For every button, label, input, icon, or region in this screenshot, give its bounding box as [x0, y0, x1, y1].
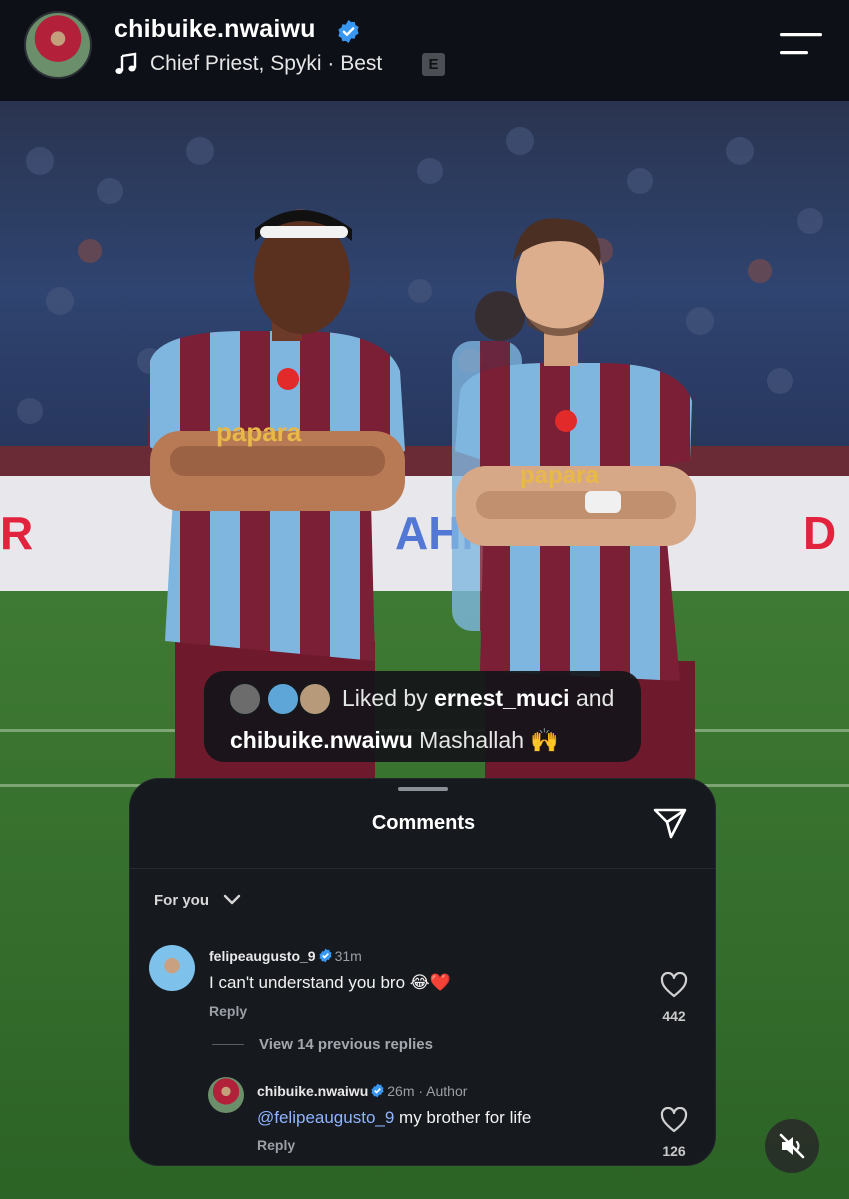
- mute-button[interactable]: [765, 1119, 819, 1173]
- music-note-icon: [115, 52, 137, 74]
- comment-text: I can't understand you bro 😂❤️: [209, 973, 451, 992]
- liker-avatar: [266, 682, 300, 716]
- liker-avatar: [298, 682, 332, 716]
- reply-username-text[interactable]: chibuike.nwaiwu: [257, 1083, 368, 1099]
- svg-text:D: D: [803, 507, 836, 559]
- author-tag: Author: [426, 1083, 468, 1099]
- send-icon[interactable]: [652, 806, 688, 840]
- replier-avatar[interactable]: [208, 1077, 244, 1113]
- explicit-badge: E: [422, 53, 445, 76]
- heart-icon[interactable]: [660, 972, 688, 998]
- chevron-down-icon[interactable]: [223, 893, 241, 907]
- meta-separator: ·: [414, 1083, 427, 1099]
- svg-text:R: R: [0, 507, 33, 559]
- comment-username[interactable]: felipeaugusto_9 31m: [209, 948, 362, 964]
- liked-by-suffix: and: [569, 685, 615, 711]
- sheet-drag-handle[interactable]: [398, 787, 448, 791]
- reply-like-count: 126: [662, 1143, 686, 1159]
- sheet-divider: [130, 868, 715, 869]
- reply-body: my brother for life: [394, 1108, 532, 1127]
- reply-mention[interactable]: @felipeaugusto_9: [257, 1108, 394, 1127]
- verified-badge-icon: [319, 948, 332, 963]
- post-caption: chibuike.nwaiwu Mashallah 🙌: [230, 727, 559, 754]
- speaker-muted-icon: [779, 1133, 805, 1159]
- reply-text: @felipeaugusto_9 my brother for life: [257, 1108, 531, 1128]
- reply-button[interactable]: Reply: [257, 1137, 295, 1153]
- likes-caption-bubble[interactable]: Liked by ernest_muci and chibuike.nwaiwu…: [204, 671, 641, 762]
- view-previous-replies-button[interactable]: View 14 previous replies: [259, 1036, 433, 1053]
- comment-filter-label[interactable]: For you: [154, 892, 209, 909]
- svg-text:papara: papara: [216, 417, 302, 447]
- caption-text: Mashallah 🙌: [412, 727, 560, 753]
- header-username[interactable]: chibuike.nwaiwu: [114, 15, 316, 44]
- liker-avatar: [228, 682, 262, 716]
- commenter-avatar[interactable]: [149, 945, 195, 991]
- audio-track-label[interactable]: Chief Priest, Spyki · Best: [150, 52, 382, 76]
- liked-by-username[interactable]: ernest_muci: [434, 685, 570, 711]
- comment-username-text[interactable]: felipeaugusto_9: [209, 948, 316, 964]
- verified-badge-icon: [338, 20, 359, 43]
- caption-username[interactable]: chibuike.nwaiwu: [230, 727, 413, 753]
- menu-icon[interactable]: [778, 31, 824, 57]
- liked-by-text[interactable]: Liked by ernest_muci and: [342, 685, 637, 712]
- comment-time: 31m: [334, 948, 362, 964]
- sheet-title: Comments: [371, 812, 476, 834]
- reply-button[interactable]: Reply: [209, 1003, 247, 1019]
- svg-text:papara: papara: [520, 462, 599, 489]
- heart-icon[interactable]: [660, 1107, 688, 1133]
- liked-by-prefix: Liked by: [342, 685, 435, 711]
- reply-username[interactable]: chibuike.nwaiwu 26m · Author: [257, 1083, 467, 1099]
- reply-time: 26m: [387, 1083, 415, 1099]
- verified-badge-icon: [371, 1083, 384, 1098]
- thread-line: [212, 1044, 244, 1045]
- reel-header: chibuike.nwaiwu Chief Priest, Spyki · Be…: [0, 0, 849, 101]
- comments-sheet[interactable]: Comments For you felipeaugusto_9 31m I ca…: [129, 778, 716, 1166]
- profile-avatar[interactable]: [24, 11, 92, 79]
- comment-like-count: 442: [662, 1008, 686, 1024]
